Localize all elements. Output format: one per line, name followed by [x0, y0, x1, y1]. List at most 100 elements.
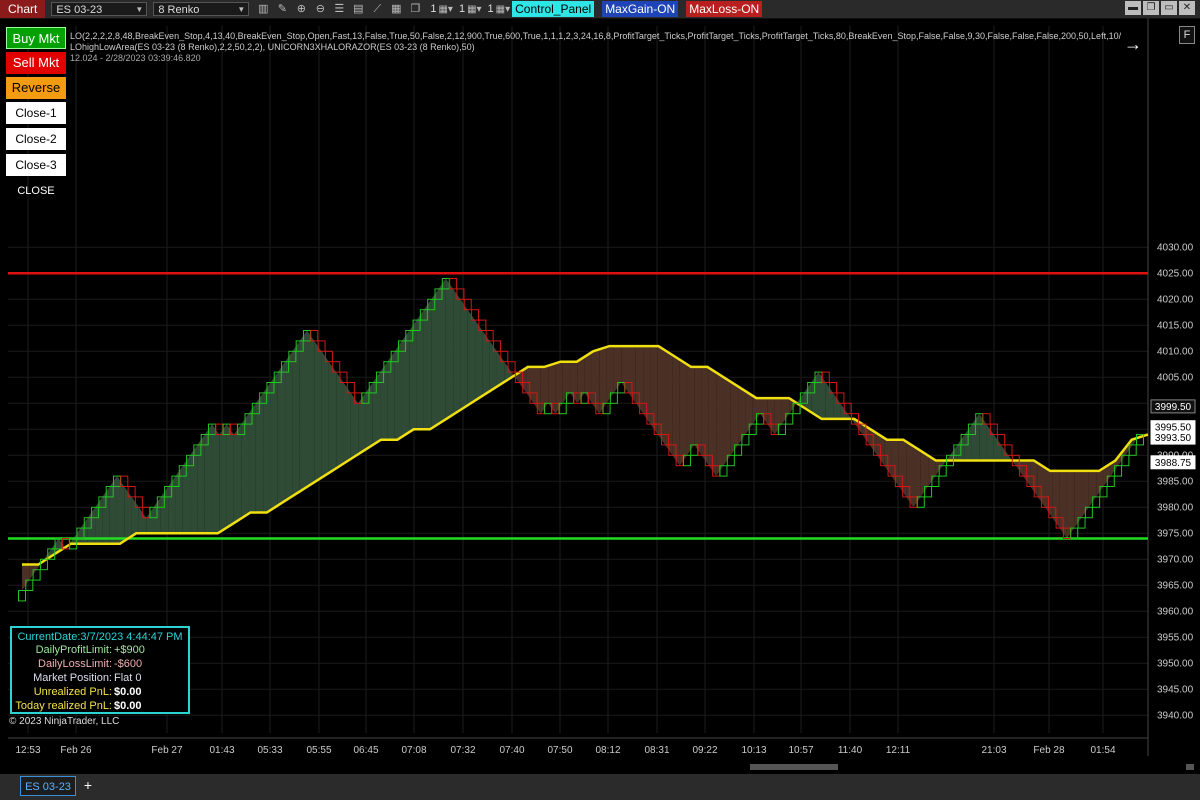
- maximize-icon[interactable]: ▭: [1161, 1, 1177, 15]
- cloud-segment: [694, 366, 702, 456]
- time-tick-label: 07:40: [499, 745, 524, 756]
- renko-brick: [18, 590, 26, 602]
- cloud-segment: [730, 381, 739, 456]
- bar-type-selector[interactable]: 8 Renko ▼: [153, 2, 250, 16]
- time-tick-label: 05:33: [257, 745, 282, 756]
- zoom-in-icon[interactable]: ⊕: [293, 2, 309, 16]
- close-2-button[interactable]: Close-2: [6, 128, 66, 150]
- time-tick-label: 07:08: [401, 745, 426, 756]
- daily-loss-label: DailyLossLimit:: [38, 658, 112, 670]
- daily-loss-value: -$600: [114, 658, 143, 670]
- tab-es-03-23[interactable]: ES 03-23: [20, 776, 76, 796]
- time-tick-label: 01:43: [209, 745, 234, 756]
- grid-icon[interactable]: ▦▾: [496, 4, 510, 15]
- arrow-right-icon[interactable]: →: [1124, 34, 1142, 55]
- time-tick-label: 10:57: [788, 745, 813, 756]
- sell-market-button[interactable]: Sell Mkt: [6, 52, 66, 74]
- price-tick-label: 3980.00: [1157, 502, 1194, 513]
- cloud-segment: [686, 364, 695, 456]
- market-position-label: Market Position:: [33, 672, 112, 684]
- daily-profit-value: +$900: [114, 644, 145, 656]
- time-tick-label: 12:53: [15, 745, 40, 756]
- cloud-segment: [299, 330, 307, 492]
- time-tick-label: Feb 26: [60, 745, 92, 756]
- max-loss-button[interactable]: MaxLoss-ON: [686, 1, 763, 17]
- price-tick-label: 3985.00: [1157, 476, 1194, 487]
- cloud-segment: [314, 340, 322, 483]
- time-tick-label: 21:03: [981, 745, 1006, 756]
- cloud-segment: [475, 320, 483, 401]
- close-1-button[interactable]: Close-1: [6, 102, 66, 124]
- strategy-icon[interactable]: ▤: [350, 2, 366, 16]
- bar-type-label: 8 Renko: [158, 4, 200, 16]
- time-tick-label: 08:31: [644, 745, 669, 756]
- cloud-segment: [306, 330, 315, 487]
- price-tick-label: 3945.00: [1157, 684, 1194, 695]
- cloud-segment: [233, 424, 242, 524]
- zoom-out-icon[interactable]: ⊖: [312, 2, 328, 16]
- copy-icon[interactable]: ❐: [407, 2, 423, 16]
- grid-rows-count: 1: [430, 3, 437, 15]
- control-panel-button[interactable]: Control_Panel: [512, 1, 595, 17]
- price-tick-label: 4010.00: [1157, 346, 1194, 357]
- price-tick-label: 3970.00: [1157, 554, 1194, 565]
- price-tick-label: 3950.00: [1157, 658, 1194, 669]
- add-tab-button[interactable]: +: [80, 776, 96, 794]
- reverse-button[interactable]: Reverse: [6, 77, 66, 99]
- price-tick-label: 4030.00: [1157, 242, 1194, 253]
- price-tick-label: 4005.00: [1157, 372, 1194, 383]
- realized-pnl-label: Today realized PnL:: [15, 700, 112, 712]
- minimize-icon[interactable]: ▬: [1125, 1, 1141, 15]
- buy-market-button[interactable]: Buy Mkt: [6, 27, 66, 49]
- bars-icon[interactable]: ▥: [255, 2, 271, 16]
- restore-icon[interactable]: ❐: [1143, 1, 1159, 15]
- realized-pnl-value: $0.00: [114, 700, 142, 712]
- price-tick-label: 4015.00: [1157, 320, 1194, 331]
- price-tick-label: 3965.00: [1157, 580, 1194, 591]
- indicator-icon[interactable]: ⟋: [369, 2, 385, 16]
- time-tick-label: 08:12: [595, 745, 620, 756]
- daily-profit-row: DailyProfitLimit: +$900: [12, 644, 188, 657]
- close-icon[interactable]: ✕: [1179, 1, 1195, 15]
- time-tick-label: Feb 28: [1033, 745, 1065, 756]
- price-tick-label: 4020.00: [1157, 294, 1194, 305]
- time-tick-label: 10:13: [741, 745, 766, 756]
- max-gain-button[interactable]: MaxGain-ON: [602, 1, 679, 17]
- cloud-segment: [328, 361, 337, 473]
- price-tick-label: 4025.00: [1157, 268, 1194, 279]
- indicator-params-text: LOhighLowArea(ES 03-23 (8 Renko),2,2,50,…: [70, 42, 475, 52]
- scroll-right-handle[interactable]: [1186, 764, 1194, 770]
- chevron-down-icon: ▼: [135, 5, 144, 14]
- cloud-segment: [211, 424, 220, 534]
- last-price-label: 3999.50: [1155, 402, 1192, 413]
- horizontal-scrollbar[interactable]: [750, 764, 838, 770]
- close-all-button[interactable]: CLOSE: [6, 180, 66, 202]
- grid-icon[interactable]: ▦▾: [467, 4, 481, 15]
- daily-profit-label: DailyProfitLimit:: [35, 644, 112, 656]
- time-tick-label: 01:54: [1090, 745, 1115, 756]
- price-tick-label: 3955.00: [1157, 632, 1194, 643]
- instrument-selector[interactable]: ES 03-23 ▼: [51, 2, 148, 16]
- cloud-segment: [277, 361, 286, 506]
- time-tick-label: 11:40: [838, 745, 863, 756]
- cloud-segment: [321, 351, 329, 478]
- time-tick-label: Feb 27: [151, 745, 183, 756]
- close-3-button[interactable]: Close-3: [6, 154, 66, 176]
- unrealized-pnl-row: Unrealized PnL: $0.00: [12, 686, 188, 699]
- cloud-segment: [292, 340, 300, 497]
- chart-f-button[interactable]: F: [1179, 26, 1195, 44]
- cloud-segment: [445, 278, 454, 420]
- time-tick-label: 07:50: [547, 745, 572, 756]
- template-icon[interactable]: ▦: [388, 2, 404, 16]
- cloud-segment: [716, 372, 724, 477]
- cloud-segment: [336, 372, 344, 469]
- realized-pnl-row: Today realized PnL: $0.00: [12, 700, 188, 713]
- copyright-text: © 2023 NinjaTrader, LLC: [9, 716, 120, 727]
- grid-icon[interactable]: ▦▾: [438, 4, 452, 15]
- time-tick-label: 07:32: [450, 745, 475, 756]
- properties-icon[interactable]: ☰: [331, 2, 347, 16]
- daily-loss-row: DailyLossLimit: -$600: [12, 658, 188, 671]
- strategy-params-text: LO(2,2,2,2,8,48,BreakEven_Stop,4,13,40,B…: [70, 31, 1122, 41]
- pencil-icon[interactable]: ✎: [274, 2, 290, 16]
- market-position-value: Flat 0: [114, 672, 142, 684]
